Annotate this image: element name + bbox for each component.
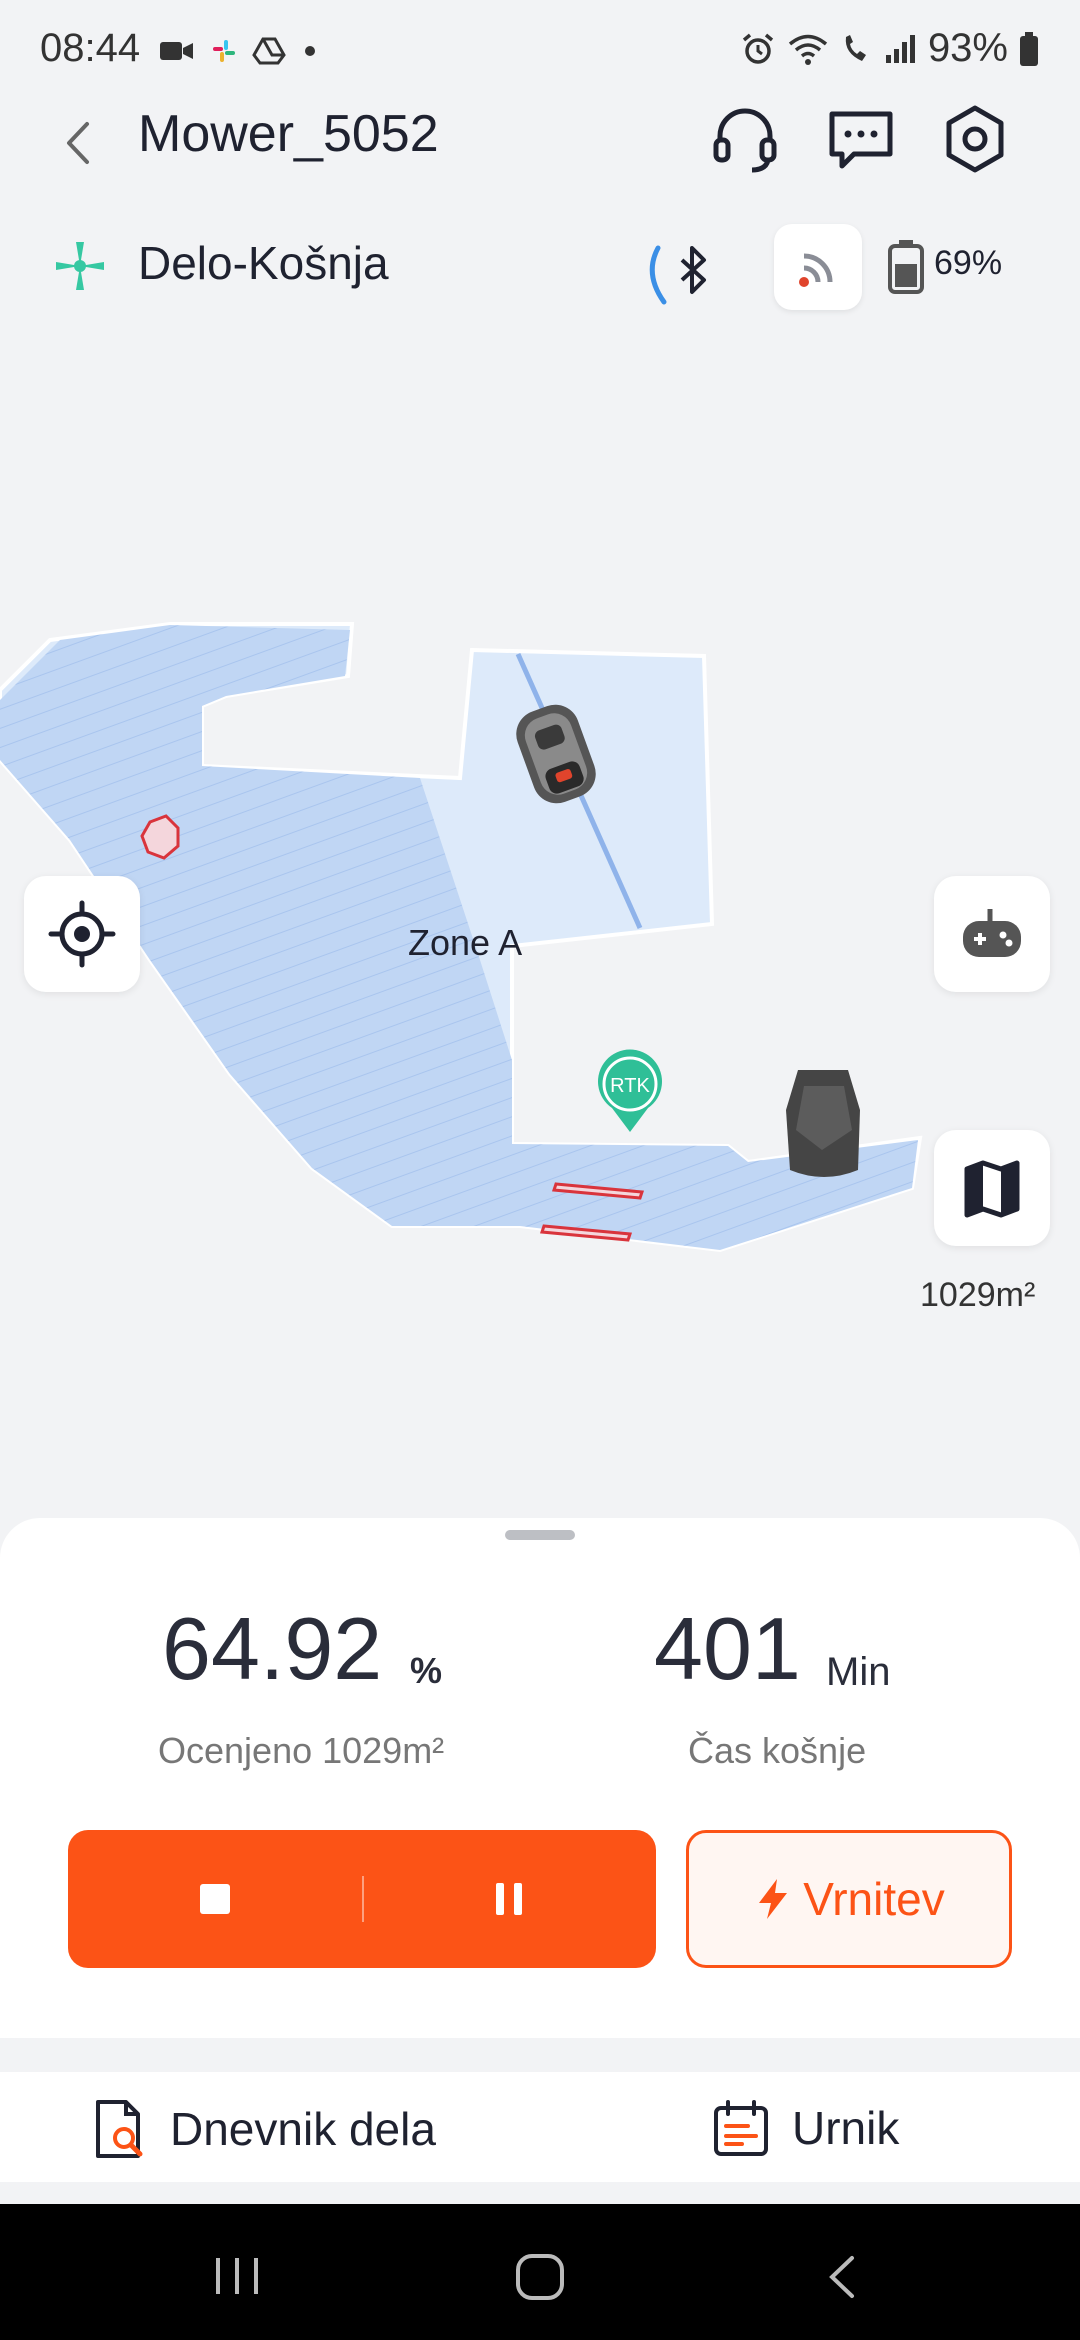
wifi-icon bbox=[788, 34, 828, 65]
slack-icon bbox=[213, 40, 235, 62]
gamepad-icon bbox=[963, 909, 1021, 957]
page-title: Mower_5052 bbox=[138, 105, 439, 163]
tab-schedule-label: Urnik bbox=[792, 2102, 900, 2154]
status-battery-icon bbox=[1020, 31, 1038, 66]
bluetooth-icon[interactable] bbox=[640, 236, 720, 312]
sheet-drag-handle[interactable] bbox=[505, 1530, 575, 1540]
pause-icon bbox=[496, 1883, 522, 1915]
stop-button[interactable] bbox=[68, 1830, 362, 1968]
alarm-icon bbox=[742, 33, 774, 64]
log-search-icon bbox=[96, 2100, 143, 2158]
mowing-time-unit: Min bbox=[826, 1650, 891, 1694]
recent-apps-icon[interactable] bbox=[212, 2254, 262, 2298]
stop-icon bbox=[200, 1884, 230, 1914]
nav-back-icon[interactable] bbox=[822, 2254, 862, 2300]
mower-battery-icon bbox=[888, 240, 924, 294]
wifi-call-icon bbox=[845, 34, 866, 61]
tab-work-log-label: Dnevnik dela bbox=[170, 2103, 436, 2155]
mowing-time-caption: Čas košnje bbox=[688, 1730, 867, 1771]
headset-icon[interactable] bbox=[706, 100, 784, 178]
locate-button[interactable] bbox=[24, 876, 140, 992]
rtk-station-icon[interactable]: RTK bbox=[598, 1049, 662, 1132]
progress-unit: % bbox=[410, 1650, 443, 1691]
message-icon[interactable] bbox=[822, 100, 900, 178]
crosshair-icon bbox=[48, 900, 116, 968]
mowing-time-value: 401 bbox=[654, 1599, 801, 1698]
mowing-mode-icon bbox=[56, 242, 104, 290]
mower-battery-text: 69% bbox=[934, 244, 1003, 282]
progress-caption: Ocenjeno 1029m² bbox=[158, 1730, 445, 1771]
tab-work-log[interactable]: Dnevnik dela bbox=[94, 2098, 436, 2160]
home-icon[interactable] bbox=[512, 2252, 568, 2302]
zone-label: Zone A bbox=[408, 922, 523, 963]
map-icon bbox=[964, 1160, 1020, 1218]
map-layer-button[interactable] bbox=[934, 1130, 1050, 1246]
lawn-map[interactable]: RTK bbox=[0, 600, 1080, 1300]
charging-station-icon[interactable] bbox=[786, 1070, 860, 1177]
progress-value: 64.92 bbox=[162, 1599, 383, 1698]
status-time: 08:44 bbox=[40, 26, 141, 70]
mode-label: Delo-Košnja bbox=[138, 237, 389, 289]
status-right: 93% bbox=[740, 26, 1040, 71]
cell-signal-icon bbox=[885, 34, 915, 63]
back-button[interactable] bbox=[55, 118, 105, 168]
signal-status-chip[interactable] bbox=[774, 224, 862, 310]
rtk-label: RTK bbox=[610, 1075, 650, 1097]
status-battery-text: 93% bbox=[927, 26, 1008, 70]
video-call-icon bbox=[160, 42, 193, 60]
return-button[interactable]: Vrnitev bbox=[686, 1830, 1012, 1968]
remote-control-button[interactable] bbox=[934, 876, 1050, 992]
tab-schedule[interactable]: Urnik bbox=[712, 2098, 899, 2158]
map-area-label: 1029m² bbox=[920, 1276, 1036, 1314]
notification-icons bbox=[158, 30, 320, 72]
system-nav-bar bbox=[0, 2204, 1080, 2340]
drive-icon bbox=[252, 37, 286, 65]
return-label: Vrnitev bbox=[803, 1873, 945, 1925]
pause-button[interactable] bbox=[362, 1830, 656, 1968]
calendar-icon bbox=[714, 2100, 768, 2156]
status-bar: 08:44 93% bbox=[0, 0, 1080, 100]
dot-icon bbox=[305, 46, 315, 56]
lightning-icon bbox=[759, 1879, 788, 1919]
rf-signal-icon bbox=[799, 253, 833, 287]
settings-icon[interactable] bbox=[936, 100, 1014, 178]
